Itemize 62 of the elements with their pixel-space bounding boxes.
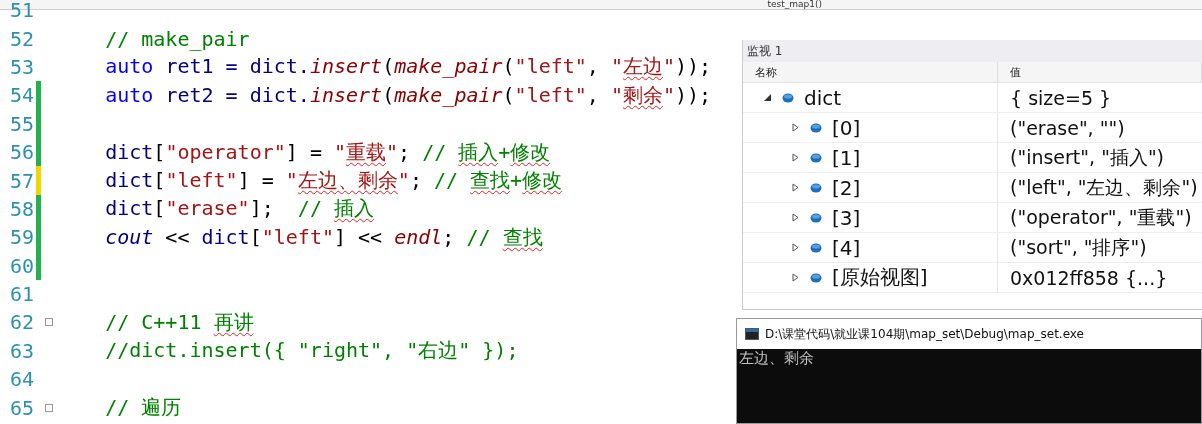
line-number: 65 [8, 395, 34, 420]
column-header[interactable]: 值 [998, 62, 1202, 82]
line-number: 51 [8, 0, 34, 23]
variable-value: ("insert", "插入") [1009, 144, 1166, 170]
object-icon [810, 272, 822, 283]
code-line: // make_pair [104, 26, 250, 51]
line-number: 52 [8, 26, 34, 51]
code-line: dict["operator"] = "重载"; // 插入+修改 [104, 138, 551, 166]
column-header[interactable]: 名称 [743, 62, 998, 82]
line-number: 60 [8, 253, 34, 278]
code-line: //dict.insert({ "right", "右边" }); [104, 337, 519, 365]
expand-arrow-icon[interactable] [791, 243, 800, 252]
console-app-icon [745, 328, 759, 340]
variable-name: dict [804, 85, 842, 110]
line-number: 61 [8, 282, 34, 307]
object-icon [810, 242, 822, 253]
line-number: 56 [8, 140, 34, 165]
line-number: 57 [8, 168, 34, 193]
variable-name: [2] [832, 175, 861, 200]
console-output: 左边、剩余 [738, 349, 814, 368]
object-icon [782, 92, 794, 103]
expand-arrow-icon[interactable] [791, 273, 800, 282]
variable-value: ("erase", "") [1009, 115, 1126, 141]
line-number: 63 [8, 338, 34, 363]
object-icon [810, 152, 822, 163]
expand-arrow-icon[interactable] [791, 123, 800, 132]
code-line: auto ret1 = dict.insert(make_pair("left", "左边")); [104, 53, 712, 81]
object-icon [810, 182, 822, 193]
object-icon [810, 122, 822, 133]
variable-name: [4] [832, 235, 861, 260]
variable-name: [3] [832, 205, 861, 230]
line-number: 62 [8, 310, 34, 335]
fold-icon[interactable] [45, 403, 53, 412]
collapse-arrow-icon[interactable] [763, 93, 772, 102]
code-line: // C++11 再讲 [104, 309, 254, 336]
variable-name: [0] [832, 115, 861, 140]
variable-value: ("operator", "重载") [1009, 204, 1193, 230]
code-line: dict["left"] = "左边、剩余"; // 查找+修改 [104, 167, 563, 195]
window-title: D:\课堂代码\就业课104期\map_set\Debug\map_set.exe [765, 325, 1084, 343]
code-line: cout << dict["left"] << endl; // 查找 [104, 223, 543, 251]
expand-arrow-icon[interactable] [791, 153, 800, 162]
line-number: 64 [8, 367, 34, 392]
variable-name: [原始视图] [832, 264, 928, 291]
object-icon [810, 212, 822, 223]
line-number: 55 [8, 111, 34, 136]
fold-icon[interactable] [45, 318, 53, 327]
expand-arrow-icon[interactable] [791, 183, 800, 192]
line-number: 58 [8, 196, 34, 221]
code-line: // 遍历 [104, 394, 182, 422]
variable-value: ("left", "左边、剩余") [1009, 174, 1199, 200]
variable-value: ("sort", "排序") [1009, 234, 1148, 260]
variable-value: 0x012ff858 {...} [1009, 265, 1169, 291]
line-number: 53 [8, 54, 34, 79]
line-number: 59 [8, 225, 34, 250]
line-number: 54 [8, 83, 34, 108]
variable-value: { size=5 } [1009, 85, 1113, 111]
panel-title: 监视 1 [747, 42, 783, 60]
code-line: dict["erase"]; // 插入 [104, 195, 374, 223]
function-scope[interactable]: test_map1() [767, 0, 822, 9]
variable-name: [1] [832, 145, 861, 170]
expand-arrow-icon[interactable] [791, 213, 800, 222]
code-line: auto ret2 = dict.insert(make_pair("left", "剩余")); [104, 81, 712, 109]
